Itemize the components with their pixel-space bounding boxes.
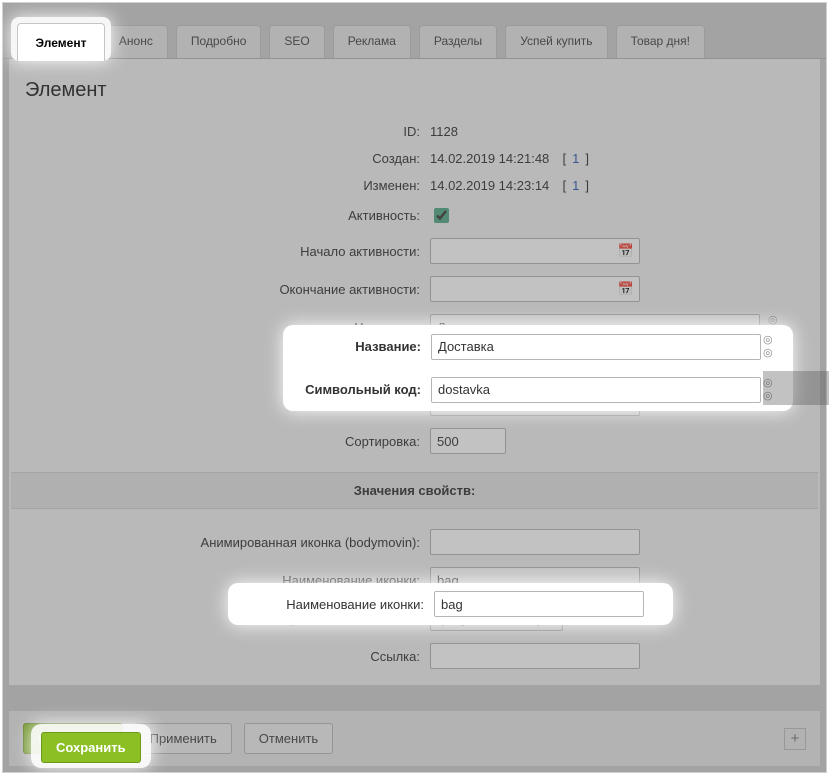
active-to-input[interactable] (430, 276, 640, 302)
lang-icon[interactable]: ◎ (763, 348, 773, 359)
tab-anons[interactable]: Анонс (104, 25, 168, 58)
tab-sections[interactable]: Разделы (419, 25, 497, 58)
label-code-hl: Символьный код: (289, 382, 431, 397)
label-active-from: Начало активности: (25, 244, 430, 259)
active-from-input[interactable] (430, 238, 640, 264)
add-button[interactable]: + (784, 728, 806, 750)
highlight-tab: Элемент (11, 17, 111, 61)
label-bodymovin: Анимированная иконка (bodymovin): (25, 535, 430, 550)
highlight-save: Сохранить (31, 724, 151, 768)
label-name-hl: Название: (289, 339, 431, 354)
tab-seo[interactable]: SEO (269, 25, 324, 58)
label-sort: Сортировка: (25, 434, 430, 449)
tab-adv[interactable]: Реклама (333, 25, 411, 58)
label-modified: Изменен: (25, 178, 430, 193)
label-iconname-hl: Наименование иконки: (234, 597, 434, 612)
panel-title: Элемент (9, 59, 820, 118)
tab-dayitem[interactable]: Товар дня! (616, 25, 705, 58)
link-input[interactable] (430, 643, 640, 669)
value-created: 14.02.2019 14:21:48 (430, 151, 549, 166)
tab-hurry[interactable]: Успей купить (505, 25, 607, 58)
created-user-link[interactable]: 1 (572, 151, 579, 166)
value-modified: 14.02.2019 14:23:14 (430, 178, 549, 193)
label-id: ID: (25, 124, 430, 139)
label-active: Активность: (25, 208, 430, 223)
iconname-input-hl[interactable] (434, 591, 644, 617)
name-input-hl[interactable] (431, 334, 761, 360)
highlight-iconname: Наименование иконки: (228, 583, 673, 625)
bodymovin-input[interactable] (430, 529, 640, 555)
value-id: 1128 (430, 124, 804, 139)
lang-icon[interactable]: ◎ (763, 378, 773, 389)
label-link: Ссылка: (25, 649, 430, 664)
sort-input[interactable] (430, 428, 506, 454)
label-active-to: Окончание активности: (25, 282, 430, 297)
cancel-button[interactable]: Отменить (244, 723, 333, 754)
lang-icon[interactable]: ◎ (763, 335, 773, 346)
highlight-name-code: Название: ◎ ◎ Символьный код: ◎ ◎ (283, 325, 793, 411)
props-header: Значения свойств: (11, 472, 818, 509)
tab-detail[interactable]: Подробно (176, 25, 262, 58)
active-checkbox[interactable] (434, 208, 449, 223)
tabs-bar: Элемент Анонс Подробно SEO Реклама Разде… (3, 3, 826, 59)
label-created: Создан: (25, 151, 430, 166)
code-input-hl[interactable] (431, 377, 761, 403)
modified-user-link[interactable]: 1 (572, 178, 579, 193)
tab-element-highlight[interactable]: Элемент (17, 23, 105, 61)
save-button-hl[interactable]: Сохранить (41, 732, 141, 763)
lang-icon[interactable]: ◎ (763, 391, 773, 402)
